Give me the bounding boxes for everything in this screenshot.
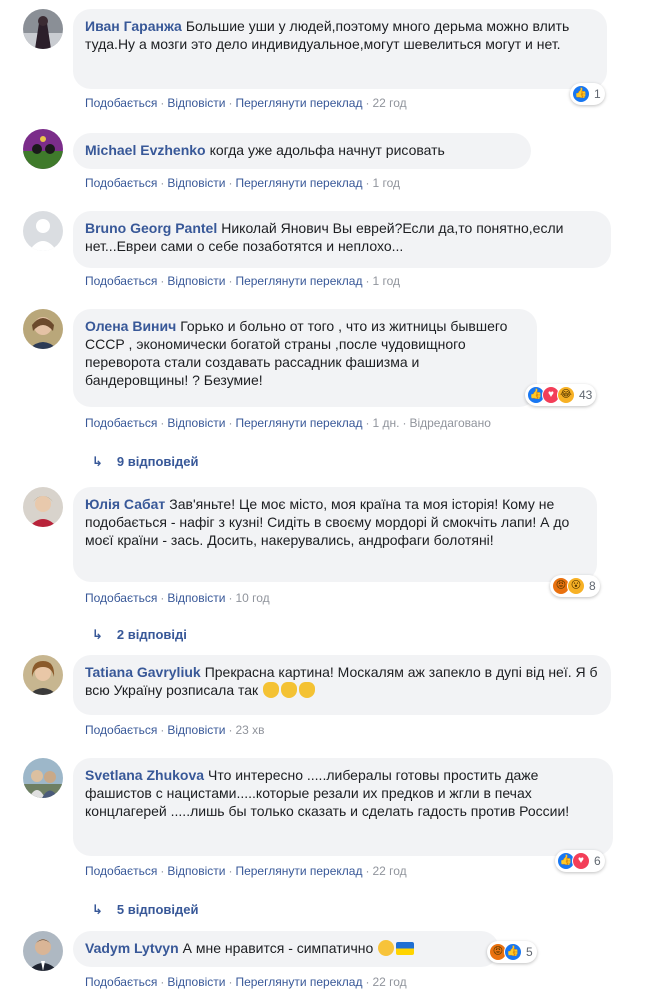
laughing-face-icon <box>378 940 395 956</box>
avatar[interactable] <box>23 931 63 971</box>
like-link[interactable]: Подобається <box>85 591 157 605</box>
reply-link[interactable]: Відповісти <box>167 176 225 190</box>
comment-author[interactable]: Олена Винич <box>85 318 176 334</box>
view-replies-link[interactable]: ↳ 5 відповідей <box>92 902 198 918</box>
reply-arrow-icon: ↳ <box>92 454 103 469</box>
reply-arrow-icon: ↳ <box>92 627 103 642</box>
reaction-summary[interactable]: 👍 ♥ 😂 43 <box>525 384 597 406</box>
avatar[interactable] <box>23 655 63 695</box>
comment-time[interactable]: 1 дн. <box>372 416 399 430</box>
see-translation-link[interactable]: Переглянути переклад <box>235 176 362 190</box>
comment-author[interactable]: Vadym Lytvyn <box>85 940 179 956</box>
comment-time[interactable]: 10 год <box>235 591 269 605</box>
like-link[interactable]: Подобається <box>85 864 157 878</box>
comment-author[interactable]: Юлія Сабат <box>85 496 165 512</box>
comment-time[interactable]: 22 год <box>372 96 406 110</box>
comment-actions: Подобається · Відповісти · Переглянути перек… <box>85 864 407 878</box>
replies-count[interactable]: 5 відповідей <box>117 902 199 917</box>
see-translation-link[interactable]: Переглянути переклад <box>235 96 362 110</box>
reply-link[interactable]: Відповісти <box>167 274 225 288</box>
edited-label[interactable]: Відредаговано <box>409 416 490 430</box>
avatar[interactable] <box>23 309 63 349</box>
love-reaction-icon: ♥ <box>572 852 590 870</box>
ukraine-flag-icon <box>396 942 415 955</box>
comment-actions: Подобається · Відповісти · Переглянути перек… <box>85 274 401 288</box>
avatar[interactable] <box>23 129 63 169</box>
comment-time[interactable]: 1 год <box>372 176 400 190</box>
reply-link[interactable]: Відповісти <box>167 96 225 110</box>
like-link[interactable]: Подобається <box>85 274 157 288</box>
comment-bubble: Bruno Georg Pantel Николай Янович Вы евре… <box>73 211 611 268</box>
reply-link[interactable]: Відповісти <box>167 416 225 430</box>
comment-bubble: Юлія Сабат Зав'яньте! Це моє місто, моя к… <box>73 487 597 582</box>
reply-link[interactable]: Відповісти <box>167 723 225 737</box>
comment-bubble: Michael Evzhenko когда уже адольфа начнут… <box>73 133 531 169</box>
reaction-count: 1 <box>594 87 601 101</box>
comment-time[interactable]: 22 год <box>372 864 406 878</box>
reply-link[interactable]: Відповісти <box>167 864 225 878</box>
like-link[interactable]: Подобається <box>85 176 157 190</box>
see-translation-link[interactable]: Переглянути переклад <box>235 416 362 430</box>
avatar[interactable] <box>23 9 63 49</box>
avatar[interactable] <box>23 758 63 798</box>
comment-author[interactable]: Svetlana Zhukova <box>85 767 204 783</box>
like-reaction-icon: 👍 <box>504 943 522 961</box>
clapping-hands-icon <box>299 682 316 698</box>
comment-text: А мне нравится - симпатично <box>182 940 374 956</box>
see-translation-link[interactable]: Переглянути переклад <box>235 864 362 878</box>
reaction-summary[interactable]: 😡 😮 8 <box>550 575 600 597</box>
comment-actions: Подобається · Відповісти · Переглянути перек… <box>85 416 491 430</box>
comment-bubble: Svetlana Zhukova Что интересно .....либер… <box>73 758 613 856</box>
comment-actions: Подобається · Відповісти · 10 год <box>85 591 270 605</box>
like-link[interactable]: Подобається <box>85 416 157 430</box>
comment-bubble: Vadym Lytvyn А мне нравится - симпатично <box>73 931 499 967</box>
reaction-summary[interactable]: 👍 ♥ 6 <box>555 850 605 872</box>
comment-actions: Подобається · Відповісти · Переглянути перек… <box>85 176 401 190</box>
replies-count[interactable]: 2 відповіді <box>117 627 187 642</box>
like-link[interactable]: Подобається <box>85 975 157 989</box>
avatar[interactable] <box>23 487 63 527</box>
reaction-summary[interactable]: 👍 1 <box>570 83 605 105</box>
reply-link[interactable]: Відповісти <box>167 591 225 605</box>
reply-arrow-icon: ↳ <box>92 902 103 917</box>
see-translation-link[interactable]: Переглянути переклад <box>235 274 362 288</box>
clapping-hands-icon <box>281 682 298 698</box>
comment-actions: Подобається · Відповісти · Переглянути перек… <box>85 975 407 989</box>
reaction-count: 8 <box>589 579 596 593</box>
avatar[interactable] <box>23 211 63 251</box>
reaction-count: 43 <box>579 388 593 402</box>
comment-author[interactable]: Michael Evzhenko <box>85 142 206 158</box>
reaction-count: 5 <box>526 945 533 959</box>
like-reaction-icon: 👍 <box>572 85 590 103</box>
comment-bubble: Олена Винич Горько и больно от того , что… <box>73 309 537 407</box>
reaction-count: 6 <box>594 854 601 868</box>
comment-author[interactable]: Bruno Georg Pantel <box>85 220 217 236</box>
comment-time[interactable]: 22 год <box>372 975 406 989</box>
clapping-hands-icon <box>263 682 280 698</box>
comment-bubble: Tatiana Gavryliuk Прекрасна картина! Моск… <box>73 655 611 715</box>
reply-link[interactable]: Відповісти <box>167 975 225 989</box>
replies-count[interactable]: 9 відповідей <box>117 454 199 469</box>
comment-actions: Подобається · Відповісти · Переглянути перек… <box>85 96 407 110</box>
like-link[interactable]: Подобається <box>85 723 157 737</box>
see-translation-link[interactable]: Переглянути переклад <box>235 975 362 989</box>
like-link[interactable]: Подобається <box>85 96 157 110</box>
comment-author[interactable]: Tatiana Gavryliuk <box>85 664 201 680</box>
wow-reaction-icon: 😮 <box>567 577 585 595</box>
comment-time[interactable]: 1 год <box>372 274 400 288</box>
comment-bubble: Иван Гаранжа Большие уши у людей,поэтому … <box>73 9 607 89</box>
view-replies-link[interactable]: ↳ 2 відповіді <box>92 627 187 643</box>
comment-time[interactable]: 23 хв <box>235 723 264 737</box>
reaction-summary[interactable]: 😡 👍 5 <box>487 941 537 963</box>
comment-actions: Подобається · Відповісти · 23 хв <box>85 723 265 737</box>
comment-author[interactable]: Иван Гаранжа <box>85 18 182 34</box>
haha-reaction-icon: 😂 <box>557 386 575 404</box>
view-replies-link[interactable]: ↳ 9 відповідей <box>92 454 198 470</box>
comment-text: когда уже адольфа начнут рисовать <box>209 142 445 158</box>
